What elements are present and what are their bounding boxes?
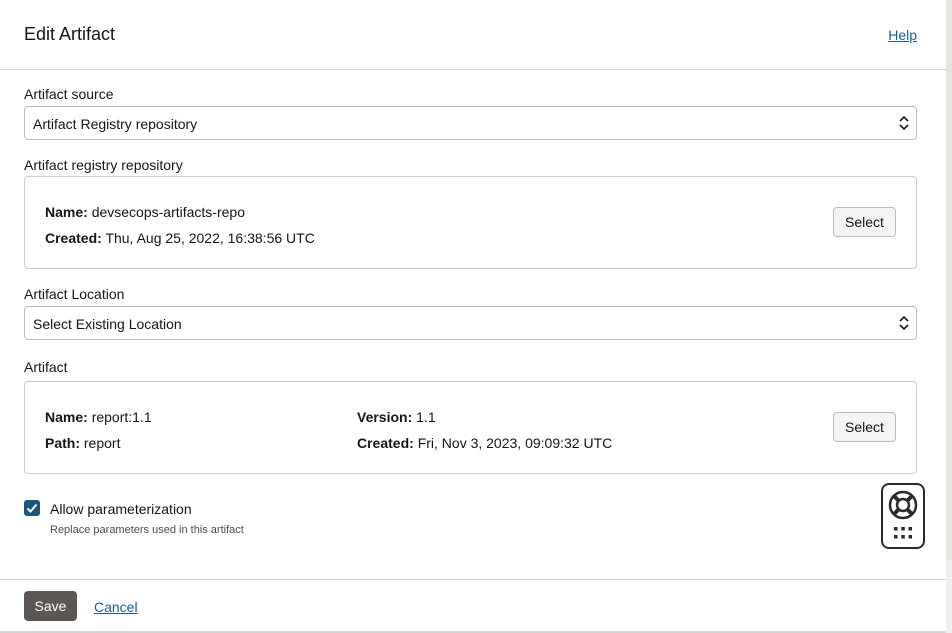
- artifact-location-label: Artifact Location: [24, 286, 125, 302]
- artifact-card: Name: report:1.1 Path: report Version: 1…: [24, 381, 917, 474]
- edit-artifact-panel: Edit Artifact Help Artifact source Artif…: [0, 0, 946, 633]
- allow-parameterization-label[interactable]: Allow parameterization: [50, 501, 192, 517]
- help-widget-button[interactable]: [881, 483, 925, 549]
- artifact-source-label: Artifact source: [24, 86, 114, 102]
- help-link[interactable]: Help: [888, 27, 917, 43]
- artifact-created-label: Created:: [357, 435, 414, 451]
- artifact-created: Created: Fri, Nov 3, 2023, 09:09:32 UTC: [357, 435, 612, 451]
- artifact-version: Version: 1.1: [357, 409, 436, 425]
- scrollbar-track[interactable]: [946, 0, 952, 633]
- artifact-path-label: Path:: [45, 435, 80, 451]
- artifact-label: Artifact: [24, 359, 68, 375]
- select-repository-button[interactable]: Select: [833, 207, 896, 237]
- artifact-source-select[interactable]: Artifact Registry repository: [24, 106, 917, 140]
- up-down-chevrons-icon: [899, 315, 909, 331]
- grid-dots-icon: [894, 527, 912, 539]
- page-title: Edit Artifact: [24, 24, 116, 44]
- artifact-name-label: Name:: [45, 409, 88, 425]
- artifact-name: Name: report:1.1: [45, 409, 152, 425]
- registry-repository-label: Artifact registry repository: [24, 157, 183, 173]
- panel-header: Edit Artifact Help: [0, 0, 946, 70]
- artifact-path: Path: report: [45, 435, 120, 451]
- artifact-version-label: Version:: [357, 409, 413, 425]
- artifact-source-value: Artifact Registry repository: [33, 116, 198, 132]
- artifact-version-value: 1.1: [416, 409, 436, 425]
- registry-repository-card: Name: devsecops-artifacts-repo Created: …: [24, 176, 917, 269]
- scrollbar-thumb[interactable]: [946, 0, 952, 560]
- lifebuoy-icon: [888, 490, 918, 539]
- select-artifact-button[interactable]: Select: [833, 412, 896, 442]
- artifact-location-select[interactable]: Select Existing Location: [24, 306, 917, 340]
- artifact-location-value: Select Existing Location: [33, 316, 182, 332]
- repository-name-label: Name:: [45, 204, 88, 220]
- artifact-created-value: Fri, Nov 3, 2023, 09:09:32 UTC: [417, 435, 613, 451]
- repository-created-label: Created:: [45, 230, 102, 246]
- artifact-path-value: report: [83, 435, 121, 451]
- repository-name: Name: devsecops-artifacts-repo: [45, 204, 245, 220]
- repository-created-value: Thu, Aug 25, 2022, 16:38:56 UTC: [105, 230, 315, 246]
- cancel-link[interactable]: Cancel: [94, 599, 138, 615]
- artifact-name-value: report:1.1: [91, 409, 152, 425]
- repository-name-value: devsecops-artifacts-repo: [91, 204, 245, 220]
- up-down-chevrons-icon: [899, 115, 909, 131]
- allow-parameterization-checkbox[interactable]: [24, 500, 40, 516]
- panel-footer: Save Cancel: [0, 579, 946, 633]
- parameterization-help-text: Replace parameters used in this artifact: [50, 524, 244, 536]
- checkmark-icon: [26, 503, 38, 513]
- save-button[interactable]: Save: [24, 591, 77, 621]
- repository-created: Created: Thu, Aug 25, 2022, 16:38:56 UTC: [45, 230, 315, 246]
